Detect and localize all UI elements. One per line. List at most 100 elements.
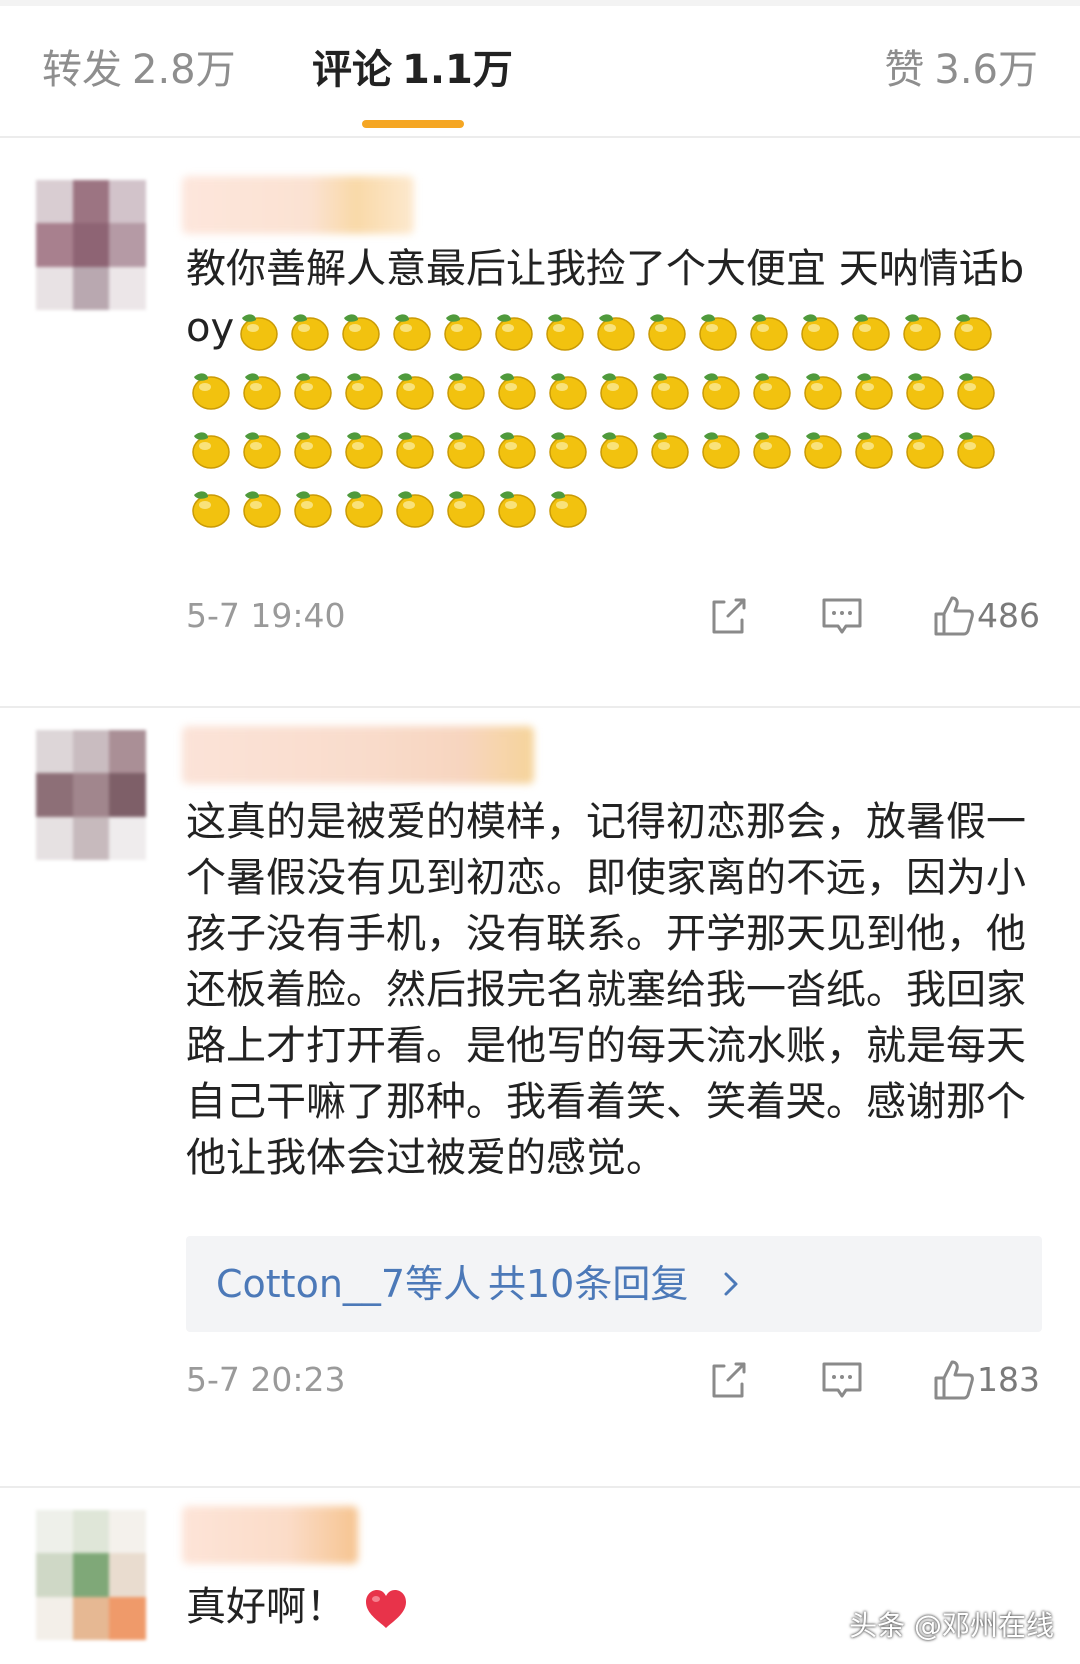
lemon-emoji — [489, 308, 535, 354]
tab-like[interactable]: 赞 3.6万 — [884, 42, 1038, 98]
comment-time: 5-7 19:40 — [186, 596, 346, 635]
tab-like-label: 赞 — [884, 47, 925, 93]
avatar[interactable] — [36, 180, 146, 310]
lemon-emoji — [591, 308, 637, 354]
lemon-emoji — [237, 367, 283, 413]
lemon-emoji — [696, 367, 742, 413]
tab-comment-label: 评论 — [312, 47, 392, 93]
lemon-emoji — [543, 485, 589, 531]
comment-text: 这真的是被爱的模样，记得初恋那会，放暑假一个暑假没有见到初恋。即使家离的不远，因… — [186, 799, 1026, 1181]
comment-text-body: 真好啊！ — [186, 1584, 346, 1630]
lemon-emoji — [339, 485, 385, 531]
lemon-emoji — [543, 426, 589, 472]
like-count: 486 — [977, 596, 1040, 635]
comment-actions: 486 — [700, 590, 1040, 642]
tab-repost[interactable]: 转发 2.8万 — [42, 42, 236, 98]
share-icon[interactable] — [706, 1358, 750, 1402]
tab-bar: 转发 2.8万 评论 1.1万 赞 3.6万 — [0, 8, 1080, 136]
lemon-emoji — [438, 308, 484, 354]
lemon-emoji — [849, 426, 895, 472]
thumbs-up-icon[interactable] — [932, 1358, 976, 1402]
tab-comment[interactable]: 评论 1.1万 — [312, 42, 513, 98]
lemon-emoji — [543, 367, 589, 413]
lemon-emoji — [897, 308, 943, 354]
top-edge — [0, 0, 1080, 6]
lemon-emoji — [594, 426, 640, 472]
lemon-emoji — [900, 426, 946, 472]
lemon-emoji — [492, 367, 538, 413]
lemon-emoji — [186, 367, 232, 413]
lemon-emoji — [387, 308, 433, 354]
tab-like-count: 3.6万 — [934, 47, 1038, 93]
lemon-emoji — [744, 308, 790, 354]
lemon-emoji — [747, 367, 793, 413]
lemon-emoji — [900, 367, 946, 413]
lemon-emoji — [846, 308, 892, 354]
lemon-emoji — [540, 308, 586, 354]
lemon-emoji — [288, 426, 334, 472]
lemon-emoji — [441, 367, 487, 413]
lemon-emoji — [492, 485, 538, 531]
lemon-emoji — [390, 426, 436, 472]
comment-meta: 5-7 20:23 183 — [186, 1354, 1040, 1406]
lemon-emoji — [336, 308, 382, 354]
reply-count: 共10条回复 — [488, 1262, 689, 1306]
lemon-emoji — [288, 367, 334, 413]
lemon-emoji — [234, 308, 280, 354]
lemon-emoji — [849, 367, 895, 413]
lemon-emoji — [951, 426, 997, 472]
watermark: 头条 @邓州在线 — [849, 1609, 1054, 1642]
lemon-emoji — [951, 367, 997, 413]
lemon-emoji — [948, 308, 994, 354]
avatar[interactable] — [36, 730, 146, 860]
lemon-emoji — [798, 367, 844, 413]
lemon-emoji-row — [186, 305, 1002, 528]
tab-comment-count: 1.1万 — [402, 47, 513, 93]
comment-text: 教你善解人意最后让我捡了个大便宜 天呐情话boy — [186, 240, 1040, 535]
avatar[interactable] — [36, 1510, 146, 1640]
red-heart-emoji — [364, 1588, 408, 1630]
comment-item: 教你善解人意最后让我捡了个大便宜 天呐情话boy 5-7 19:40 486 — [0, 158, 1080, 706]
comment-item: 这真的是被爱的模样，记得初恋那会，放暑假一个暑假没有见到初恋。即使家离的不远，因… — [0, 708, 1080, 1486]
lemon-emoji — [798, 426, 844, 472]
username-blurred[interactable] — [182, 726, 534, 784]
lemon-emoji — [642, 308, 688, 354]
tab-repost-count: 2.8万 — [132, 47, 236, 93]
lemon-emoji — [390, 367, 436, 413]
lemon-emoji — [186, 485, 232, 531]
tab-repost-label: 转发 — [42, 47, 122, 93]
lemon-emoji — [288, 485, 334, 531]
lemon-emoji — [492, 426, 538, 472]
lemon-emoji — [441, 426, 487, 472]
lemon-emoji — [339, 367, 385, 413]
view-replies-button[interactable]: Cotton__7等人 共10条回复 — [186, 1236, 1042, 1332]
lemon-emoji — [594, 367, 640, 413]
like-count: 183 — [977, 1360, 1040, 1399]
lemon-emoji — [237, 485, 283, 531]
lemon-emoji — [390, 485, 436, 531]
lemon-emoji — [339, 426, 385, 472]
comment-actions: 183 — [700, 1354, 1040, 1406]
lemon-emoji — [441, 485, 487, 531]
lemon-emoji — [186, 426, 232, 472]
reply-users: Cotton__7等人 — [216, 1262, 482, 1306]
thumbs-up-icon[interactable] — [932, 594, 976, 638]
lemon-emoji — [237, 426, 283, 472]
username-blurred[interactable] — [182, 176, 414, 234]
comment-meta: 5-7 19:40 486 — [186, 590, 1040, 642]
lemon-emoji — [285, 308, 331, 354]
lemon-emoji — [645, 367, 691, 413]
lemon-emoji — [696, 426, 742, 472]
reply-icon[interactable] — [820, 594, 864, 638]
share-icon[interactable] — [706, 594, 750, 638]
username-blurred[interactable] — [182, 1506, 358, 1564]
lemon-emoji — [795, 308, 841, 354]
tabs-divider — [0, 136, 1080, 138]
active-tab-indicator — [362, 120, 464, 128]
reply-icon[interactable] — [820, 1358, 864, 1402]
comment-time: 5-7 20:23 — [186, 1360, 346, 1399]
lemon-emoji — [645, 426, 691, 472]
lemon-emoji — [747, 426, 793, 472]
lemon-emoji — [693, 308, 739, 354]
chevron-right-icon — [716, 1258, 746, 1310]
